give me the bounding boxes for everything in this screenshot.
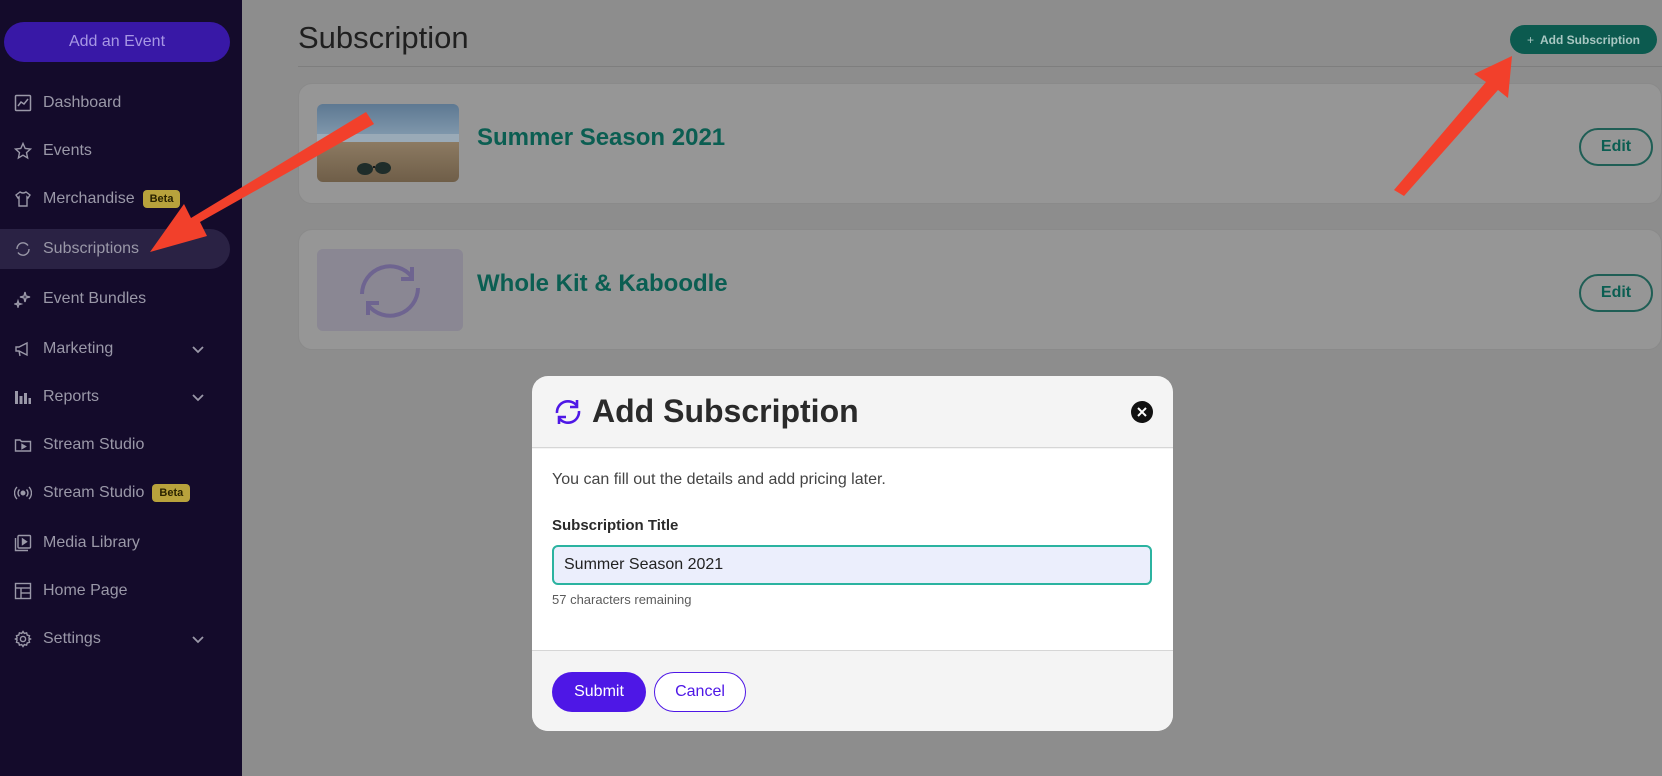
dashboard-icon — [14, 94, 32, 112]
sidebar-item-label: Settings — [43, 630, 101, 647]
sidebar-item-label: Dashboard — [43, 94, 122, 111]
refresh-icon — [14, 240, 32, 258]
sidebar-item-events[interactable]: Events — [0, 131, 230, 171]
sidebar-item-label: Home Page — [43, 582, 128, 599]
add-subscription-button[interactable]: + Add Subscription — [1510, 25, 1657, 54]
sidebar-item-label: Stream Studio — [43, 436, 145, 453]
card-title[interactable]: Whole Kit & Kaboodle — [477, 270, 728, 298]
cancel-button[interactable]: Cancel — [654, 672, 746, 712]
characters-remaining: 57 characters remaining — [552, 592, 692, 607]
sidebar-item-subscriptions[interactable]: Subscriptions — [0, 229, 230, 269]
modal-footer: Submit Cancel — [532, 650, 1173, 731]
modal-header: Add Subscription — [532, 376, 1173, 448]
edit-button[interactable]: Edit — [1579, 274, 1653, 312]
close-icon — [1137, 407, 1147, 417]
plus-icon: + — [1526, 32, 1534, 47]
sidebar-item-label: Merchandise — [43, 190, 135, 207]
sidebar-item-label: Events — [43, 142, 92, 159]
sidebar-item-stream-studio-beta[interactable]: Stream Studio Beta — [0, 473, 230, 513]
sidebar-item-label: Reports — [43, 388, 100, 405]
chevron-down-icon[interactable] — [190, 341, 206, 357]
modal-title: Add Subscription — [592, 393, 859, 429]
modal-body: You can fill out the details and add pri… — [532, 449, 1173, 650]
sidebar-item-label: Subscriptions — [43, 240, 140, 257]
sidebar-item-marketing[interactable]: Marketing — [0, 329, 230, 369]
helper-text: You can fill out the details and add pri… — [552, 471, 886, 488]
sidebar-item-event-bundles[interactable]: Event Bundles — [0, 279, 230, 319]
sidebar-item-merchandise[interactable]: Merchandise Beta — [0, 179, 230, 219]
beach-sunglasses-image — [317, 104, 459, 182]
card-title[interactable]: Summer Season 2021 — [477, 124, 725, 152]
subscription-title-input[interactable]: Summer Season 2021 — [552, 545, 1152, 585]
broadcast-icon — [14, 484, 32, 502]
sidebar-item-label: Marketing — [43, 340, 114, 357]
edit-button[interactable]: Edit — [1579, 128, 1653, 166]
chevron-down-icon[interactable] — [190, 389, 206, 405]
subscription-card[interactable]: Summer Season 2021 Edit — [298, 83, 1662, 204]
add-subscription-label: Add Subscription — [1540, 32, 1640, 47]
field-label: Subscription Title — [552, 517, 679, 534]
layout-icon — [14, 582, 32, 600]
sidebar-item-home-page[interactable]: Home Page — [0, 571, 230, 611]
add-event-button[interactable]: Add an Event — [4, 22, 230, 62]
refresh-icon — [555, 399, 581, 424]
page-title: Subscription — [298, 20, 469, 55]
sidebar-item-settings[interactable]: Settings — [0, 619, 230, 659]
chevron-down-icon[interactable] — [190, 631, 206, 647]
megaphone-icon — [14, 340, 32, 358]
beta-badge: Beta — [152, 484, 191, 502]
divider — [298, 66, 1662, 67]
film-folder-icon — [14, 436, 32, 454]
media-library-icon — [14, 534, 32, 552]
close-button[interactable] — [1131, 401, 1153, 423]
submit-button[interactable]: Submit — [552, 672, 646, 712]
refresh-placeholder-image — [317, 249, 463, 331]
sidebar-item-dashboard[interactable]: Dashboard — [0, 83, 230, 123]
sparkles-icon — [14, 290, 32, 308]
subscription-card[interactable]: Whole Kit & Kaboodle Edit — [298, 229, 1662, 350]
sidebar-item-stream-studio[interactable]: Stream Studio — [0, 425, 230, 465]
sidebar-item-label: Event Bundles — [43, 290, 147, 307]
beta-badge: Beta — [142, 190, 181, 208]
shirt-icon — [14, 190, 32, 208]
bar-chart-icon — [14, 388, 32, 406]
sidebar-item-reports[interactable]: Reports — [0, 377, 230, 417]
sidebar: Add an Event Dashboard Events Merchandis… — [0, 0, 242, 776]
sidebar-item-media-library[interactable]: Media Library — [0, 523, 230, 563]
star-icon — [14, 142, 32, 160]
sidebar-item-label: Stream Studio — [43, 484, 145, 501]
add-subscription-modal: Add Subscription You can fill out the de… — [532, 376, 1173, 731]
gear-icon — [14, 630, 32, 648]
sidebar-item-label: Media Library — [43, 534, 140, 551]
